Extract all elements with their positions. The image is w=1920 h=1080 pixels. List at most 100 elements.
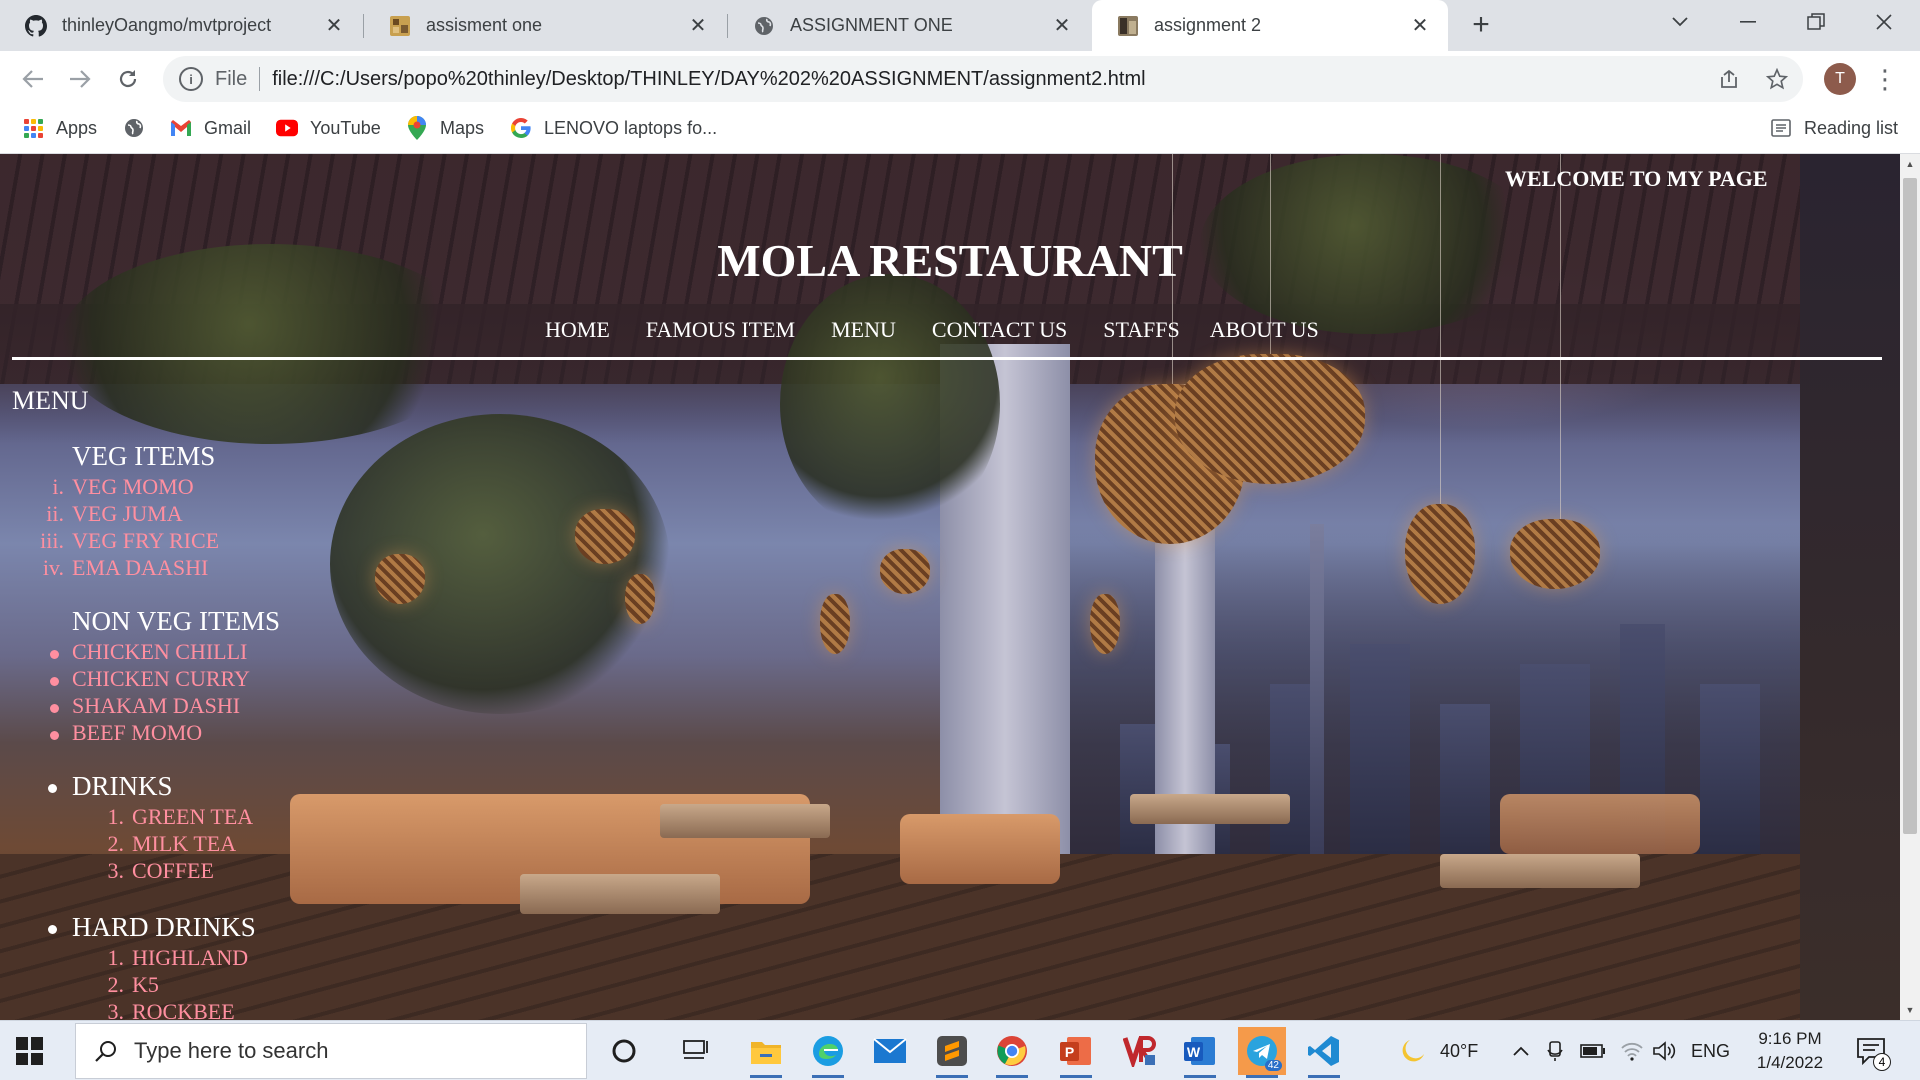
task-view-icon[interactable] (672, 1027, 720, 1075)
close-icon[interactable]: ✕ (684, 12, 712, 40)
notifications-button[interactable]: 4 (1855, 1035, 1891, 1071)
url-text[interactable]: file:///C:/Users/popo%20thinley/Desktop/… (272, 68, 1145, 91)
vr-app-icon[interactable] (1116, 1027, 1164, 1075)
bookmark-star-icon[interactable] (1759, 56, 1795, 102)
telegram-icon[interactable]: 42 (1238, 1027, 1286, 1078)
tab-assignment-2[interactable]: assignment 2 ✕ (1092, 0, 1448, 51)
tab-assisment-one[interactable]: assisment one ✕ (364, 0, 726, 51)
scroll-up-arrow-icon[interactable]: ▲ (1900, 154, 1920, 174)
telegram-badge: 42 (1264, 1060, 1282, 1071)
profile-avatar[interactable]: T (1824, 63, 1856, 95)
github-icon (24, 14, 48, 38)
restore-icon (1807, 13, 1825, 30)
list-marker: 1. (107, 945, 125, 970)
tab-search-button[interactable] (1648, 0, 1712, 44)
reading-list-button[interactable]: Reading list (1770, 106, 1898, 150)
tab-github[interactable]: thinleyOangmo/mvtproject ✕ (0, 0, 362, 51)
close-icon[interactable]: ✕ (320, 12, 348, 40)
page-content: WELCOME TO MY PAGE MOLA RESTAURANT HOME … (0, 154, 1900, 1020)
word-icon[interactable]: W (1176, 1027, 1224, 1078)
list-marker: 3. (107, 858, 125, 883)
page-scrollbar[interactable]: ▲ ▼ (1900, 154, 1920, 1020)
bookmark-apps[interactable]: Apps (22, 106, 97, 150)
reload-button[interactable] (109, 60, 147, 98)
nav-home[interactable]: HOME (545, 317, 610, 343)
info-icon[interactable]: i (179, 67, 203, 91)
nav-contact-us[interactable]: CONTACT US (932, 317, 1067, 343)
scrollbar-thumb[interactable] (1903, 178, 1917, 834)
clock-time: 9:16 PM (1758, 1029, 1822, 1048)
close-icon[interactable]: ✕ (1048, 12, 1076, 40)
new-tab-button[interactable]: + (1465, 10, 1497, 42)
list-marker: i. (52, 474, 64, 499)
file-explorer-icon[interactable] (742, 1027, 790, 1078)
nav-about-us[interactable]: ABOUT US (1210, 317, 1319, 343)
battery-icon[interactable] (1580, 1021, 1606, 1080)
nav-staffs[interactable]: STAFFS (1103, 317, 1180, 343)
menu-item: CHICKEN CHILLI (72, 639, 248, 664)
menu-kebab-icon[interactable]: ⋮ (1872, 61, 1898, 97)
menu-category-non-veg: NON VEG ITEMS (72, 606, 280, 636)
bookmark-maps[interactable]: Maps (406, 106, 484, 150)
weather-widget[interactable]: 40°F (1400, 1021, 1478, 1080)
mail-icon[interactable] (866, 1027, 914, 1075)
close-window-button[interactable] (1852, 0, 1916, 44)
minimize-button[interactable] (1716, 0, 1780, 44)
svg-text:W: W (1187, 1044, 1201, 1060)
menu-item: K5 (132, 972, 159, 997)
list-marker: iii. (40, 528, 64, 553)
tab-title: thinleyOangmo/mvtproject (62, 15, 272, 35)
cortana-icon[interactable] (600, 1027, 648, 1075)
edge-icon[interactable] (804, 1027, 852, 1078)
bookmark-youtube[interactable]: YouTube (276, 106, 381, 150)
restore-button[interactable] (1784, 0, 1848, 44)
omnibox-separator (259, 67, 261, 91)
menu-item: SHAKAM DASHI (72, 693, 241, 718)
bookmark-lenovo[interactable]: LENOVO laptops fo... (510, 106, 717, 150)
address-bar[interactable]: i File file:///C:/Users/popo%20thinley/D… (163, 56, 1803, 102)
volume-icon[interactable] (1652, 1021, 1676, 1080)
taskbar-clock[interactable]: 9:16 PM 1/4/2022 (1735, 1027, 1845, 1075)
chevron-down-icon (1672, 17, 1688, 27)
weather-temp: 40°F (1440, 1040, 1479, 1061)
windows-start-icon[interactable] (16, 1037, 44, 1065)
list-bullet (48, 925, 57, 934)
reading-list-icon (1770, 117, 1792, 139)
bookmark-globe[interactable] (123, 106, 157, 150)
meet-now-icon[interactable] (1546, 1021, 1566, 1080)
menu-item: HIGHLAND (132, 945, 249, 970)
bookmark-gmail[interactable]: Gmail (170, 106, 251, 150)
show-hidden-icons-chevron-up-icon[interactable] (1512, 1021, 1530, 1080)
list-marker: 3. (107, 999, 125, 1020)
wifi-icon[interactable] (1620, 1021, 1644, 1080)
image-favicon-icon (1116, 14, 1140, 38)
taskbar-search-input[interactable]: Type here to search (75, 1023, 587, 1079)
browser-toolbar: i File file:///C:/Users/popo%20thinley/D… (0, 51, 1920, 106)
powerpoint-icon[interactable]: P (1052, 1027, 1100, 1078)
chrome-icon[interactable] (988, 1027, 1036, 1078)
menu-item: BEEF MOMO (72, 720, 203, 745)
language-indicator[interactable]: ENG (1691, 1021, 1730, 1080)
menu-item: ROCKBEE (132, 999, 235, 1020)
list-bullet (50, 650, 59, 659)
vscode-icon[interactable] (1300, 1027, 1348, 1078)
tab-title: assisment one (426, 15, 543, 35)
back-button[interactable] (14, 60, 52, 98)
tab-assignment-one[interactable]: ASSIGNMENT ONE ✕ (728, 0, 1090, 51)
list-marker: 1. (107, 804, 125, 829)
arrow-left-icon (22, 70, 43, 88)
sublime-text-icon[interactable] (928, 1027, 976, 1078)
nav-menu[interactable]: MENU (831, 317, 896, 343)
close-icon (1876, 14, 1892, 30)
close-icon[interactable]: ✕ (1406, 12, 1434, 40)
welcome-text: WELCOME TO MY PAGE (1505, 166, 1768, 191)
page-title: MOLA RESTAURANT (0, 234, 1900, 287)
share-icon[interactable] (1711, 56, 1747, 102)
menu-item: VEG JUMA (72, 501, 183, 526)
scroll-down-arrow-icon[interactable]: ▼ (1900, 1000, 1920, 1020)
forward-button[interactable] (61, 60, 99, 98)
page-viewport: WELCOME TO MY PAGE MOLA RESTAURANT HOME … (0, 154, 1900, 1020)
menu-category-hard-drinks: HARD DRINKS (72, 912, 256, 942)
nav-famous-item[interactable]: FAMOUS ITEM (646, 317, 795, 343)
list-marker: iv. (42, 555, 64, 580)
